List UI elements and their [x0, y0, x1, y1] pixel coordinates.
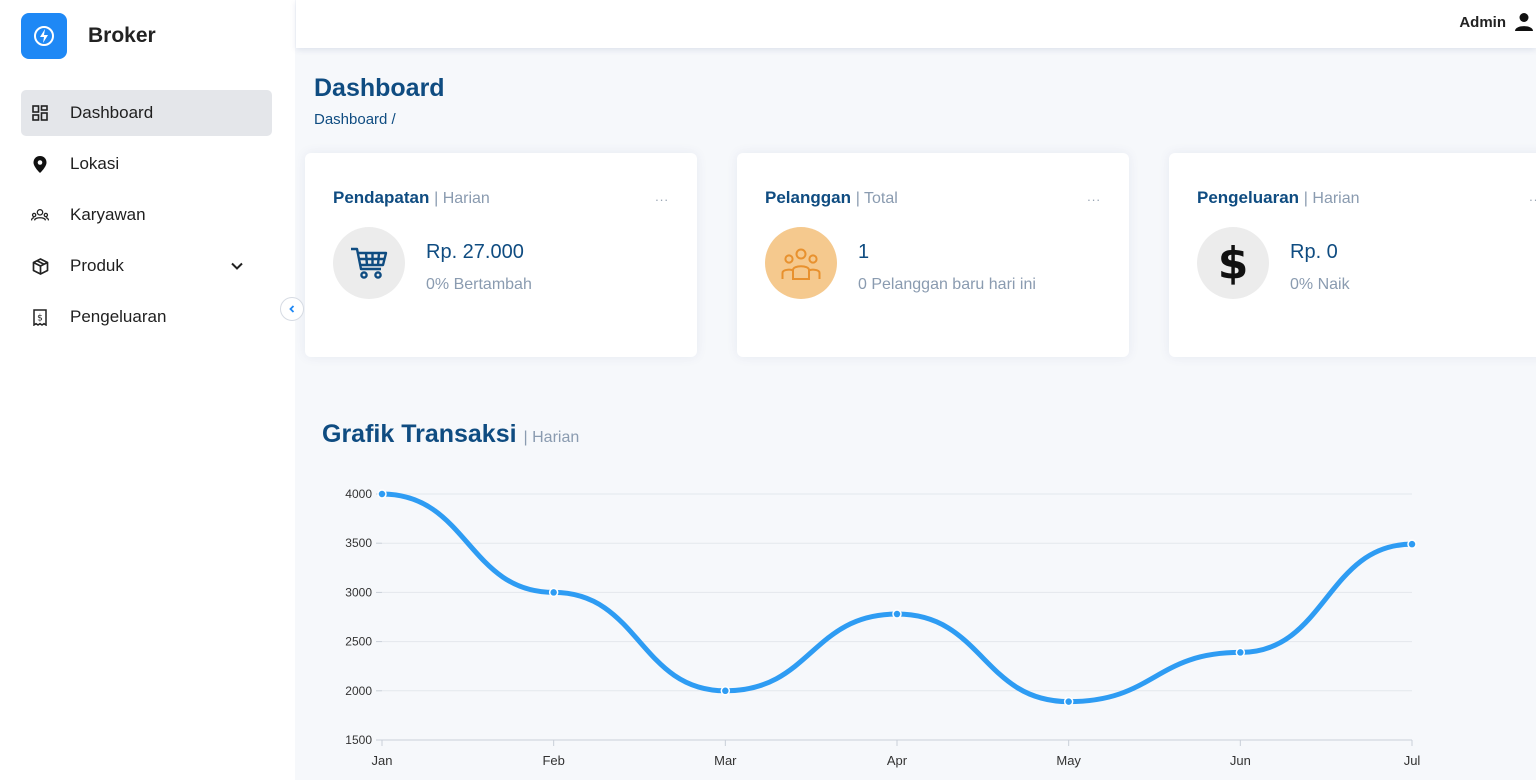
- top-bar: Admin: [296, 0, 1536, 48]
- card-subtitle: | Total: [855, 190, 898, 207]
- box-icon: [31, 257, 49, 275]
- card-title: Pendapatan: [333, 188, 430, 207]
- sidebar-item-label: Pengeluaran: [70, 307, 167, 326]
- svg-text:$: $: [37, 313, 43, 323]
- cart-icon: [333, 227, 405, 299]
- data-point: [720, 686, 731, 696]
- data-point: [377, 489, 387, 499]
- x-tick-label: Jan: [372, 753, 393, 768]
- x-tick-label: Mar: [714, 753, 737, 768]
- map-pin-icon: [31, 155, 49, 173]
- sidebar-item-pengeluaran[interactable]: $ Pengeluaran: [21, 294, 272, 340]
- people-icon: [31, 206, 49, 224]
- brand[interactable]: Broker: [21, 12, 156, 60]
- y-tick-label: 2000: [345, 684, 372, 698]
- card-menu-button[interactable]: ...: [1529, 189, 1536, 204]
- y-tick-label: 1500: [345, 733, 372, 747]
- chart-subtitle: | Harian: [523, 429, 580, 446]
- dollar-icon: $: [1197, 227, 1269, 299]
- y-tick-label: 4000: [345, 487, 372, 501]
- page-title: Dashboard: [314, 74, 445, 102]
- chart-title: Grafik Transaksi: [322, 420, 517, 448]
- card-menu-button[interactable]: ...: [1087, 189, 1101, 204]
- user-name: Admin: [1459, 13, 1506, 31]
- user-menu[interactable]: Admin: [1459, 12, 1534, 32]
- x-tick-label: Jun: [1230, 753, 1251, 768]
- x-tick-label: Apr: [887, 753, 908, 768]
- sidebar: Broker Dashboard Lokasi Karyawan Produk: [0, 0, 295, 780]
- y-tick-label: 3500: [345, 536, 372, 550]
- x-tick-label: Jul: [1404, 753, 1421, 768]
- sidebar-item-label: Produk: [70, 256, 124, 275]
- card-note: 0% Bertambah: [426, 276, 532, 293]
- data-point: [548, 587, 559, 598]
- x-tick-label: Feb: [542, 753, 564, 768]
- sidebar-item-label: Dashboard: [70, 103, 154, 122]
- card-subtitle: | Harian: [1303, 190, 1360, 207]
- transaction-line-chart: 1500 2000 2500 3000 3500 4000 Jan Feb Mar Apr May J…: [345, 487, 1421, 768]
- y-tick-label: 2500: [345, 635, 372, 649]
- card-pendapatan: Pendapatan | Harian ... Rp. 27.000 0% Be…: [305, 153, 697, 357]
- svg-text:$: $: [1218, 238, 1249, 288]
- sidebar-nav: Dashboard Lokasi Karyawan Produk $ Penge…: [21, 90, 272, 345]
- card-title: Pelanggan: [765, 188, 851, 207]
- bolt-circle-icon: [21, 13, 67, 59]
- data-point: [892, 609, 902, 619]
- person-icon: [1515, 13, 1533, 31]
- sidebar-item-dashboard[interactable]: Dashboard: [21, 90, 272, 136]
- receipt-icon: $: [31, 308, 49, 326]
- brand-name: Broker: [88, 24, 156, 47]
- collapse-sidebar-button[interactable]: [280, 297, 304, 321]
- card-value: 1: [858, 241, 870, 263]
- card-value: Rp. 0: [1290, 241, 1338, 263]
- grid-icon: [31, 104, 49, 122]
- chevron-down-icon[interactable]: [230, 258, 244, 272]
- card-pengeluaran: Pengeluaran | Harian ... $ Rp. 0 0% Naik: [1169, 153, 1536, 357]
- x-tick-label: May: [1056, 753, 1081, 768]
- card-subtitle: | Harian: [434, 190, 490, 207]
- card-note: 0 Pelanggan baru hari ini: [858, 276, 1036, 293]
- card-pelanggan: Pelanggan | Total ... 1 0 Pelanggan baru…: [737, 153, 1129, 357]
- sidebar-item-karyawan[interactable]: Karyawan: [21, 192, 272, 238]
- sidebar-item-produk[interactable]: Produk: [21, 243, 272, 289]
- chevron-left-icon: [289, 305, 295, 313]
- card-value: Rp. 27.000: [426, 241, 524, 263]
- card-title: Pengeluaran: [1197, 188, 1300, 207]
- series-line: [379, 491, 1415, 705]
- data-point: [1063, 696, 1074, 707]
- breadcrumb[interactable]: Dashboard /: [314, 111, 396, 128]
- data-point: [1235, 647, 1246, 658]
- sidebar-item-lokasi[interactable]: Lokasi: [21, 141, 272, 187]
- sidebar-item-label: Lokasi: [70, 154, 120, 173]
- card-menu-button[interactable]: ...: [655, 189, 669, 204]
- card-note: 0% Naik: [1290, 276, 1350, 293]
- data-point: [1407, 539, 1417, 549]
- sidebar-item-label: Karyawan: [70, 205, 146, 224]
- people-icon: [765, 227, 837, 299]
- y-tick-label: 3000: [345, 585, 372, 599]
